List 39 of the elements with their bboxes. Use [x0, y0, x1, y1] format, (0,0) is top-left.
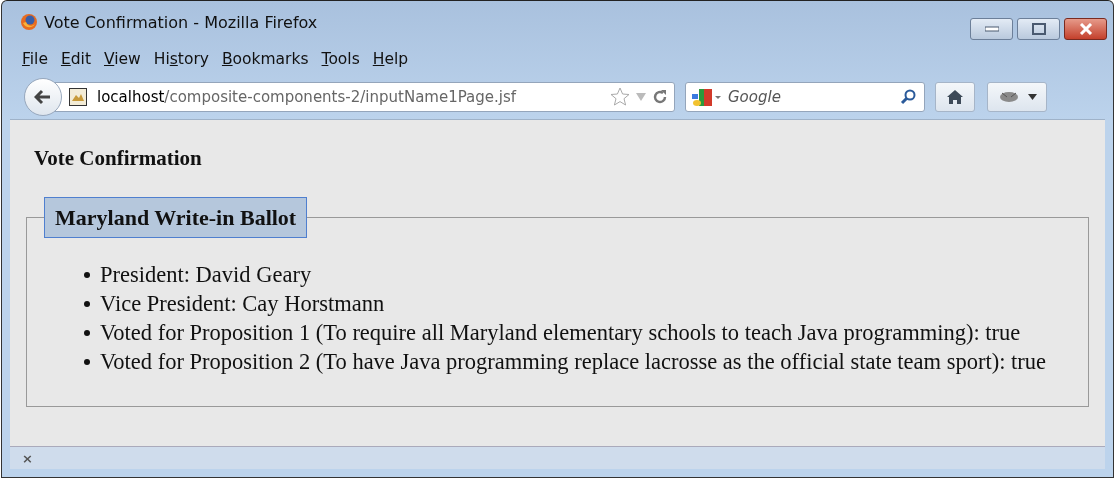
- menu-item[interactable]: Bookmarks: [221, 50, 309, 68]
- maximize-button[interactable]: [1017, 18, 1060, 40]
- close-button[interactable]: [1064, 18, 1107, 40]
- minimize-button[interactable]: [970, 18, 1013, 40]
- close-icon: [1078, 23, 1093, 35]
- caret-icon: [1027, 94, 1037, 100]
- back-button[interactable]: [24, 78, 62, 116]
- menu-item[interactable]: Edit: [60, 50, 91, 68]
- back-arrow-icon: [34, 89, 52, 105]
- menu-item[interactable]: File: [22, 50, 48, 68]
- search-icon[interactable]: [900, 89, 916, 105]
- addon-bar-close-button[interactable]: ×: [22, 450, 33, 466]
- site-icon: [69, 88, 87, 106]
- menu-item[interactable]: History: [153, 50, 209, 68]
- page-heading: Vote Confirmation: [34, 146, 202, 171]
- minimize-icon: [984, 26, 999, 32]
- menu-item[interactable]: Tools: [321, 50, 360, 68]
- addon-button[interactable]: [987, 82, 1047, 112]
- maximize-icon: [1031, 23, 1046, 35]
- search-field[interactable]: Google: [685, 82, 925, 112]
- reload-icon[interactable]: [652, 89, 668, 105]
- menu-item[interactable]: Help: [372, 50, 409, 68]
- window-title: Vote Confirmation - Mozilla Firefox: [44, 12, 319, 32]
- star-icon[interactable]: [610, 87, 630, 107]
- vote-item: Voted for Proposition 2 (To have Java programming replace lacrosse as the official state team sport): true: [100, 348, 1047, 376]
- bullet-icon: [84, 300, 90, 307]
- ballot-legend: Maryland Write-in Ballot: [44, 197, 308, 238]
- vote-item: President: David Geary: [100, 261, 312, 289]
- bullet-icon: [84, 271, 90, 278]
- bullet-icon: [84, 358, 90, 365]
- home-icon: [946, 89, 964, 105]
- bug-icon: [997, 90, 1020, 104]
- home-button[interactable]: [935, 82, 975, 112]
- vote-item: Voted for Proposition 1 (To require all Maryland elementary schools to teach Java programming): true: [100, 319, 1021, 347]
- vote-item: Vice President: Cay Horstmann: [100, 290, 385, 318]
- menu-item[interactable]: View: [104, 50, 141, 68]
- browser-logo-icon: [20, 13, 38, 31]
- search-engine-icon[interactable]: [692, 86, 722, 108]
- bullet-icon: [84, 329, 90, 336]
